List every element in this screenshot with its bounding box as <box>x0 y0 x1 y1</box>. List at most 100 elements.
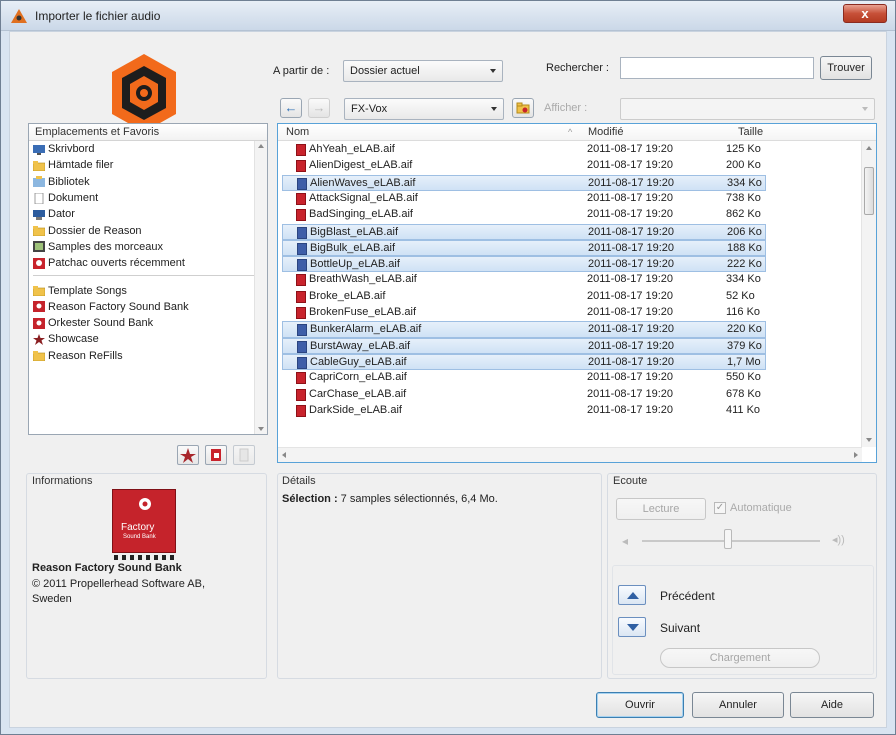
scroll-up-icon[interactable] <box>866 146 872 150</box>
file-row[interactable]: BigBlast_eLAB.aif 2011-08-17 19:20 206 Ko <box>282 223 766 240</box>
search-label: Rechercher : <box>546 62 609 74</box>
places-scrollbar[interactable] <box>254 141 267 434</box>
file-row[interactable]: BigBulk_eLAB.aif 2011-08-17 19:20 188 Ko <box>282 239 766 257</box>
column-size[interactable]: Taille <box>738 126 763 138</box>
file-row[interactable]: CarChase_eLAB.aif 2011-08-17 19:20 678 Ko <box>282 387 766 403</box>
file-list-vscrollbar[interactable] <box>861 141 876 447</box>
file-row[interactable]: AlienDigest_eLAB.aif 2011-08-17 19:20 200 … <box>282 158 766 174</box>
file-row[interactable]: AttackSignal_eLAB.aif 2011-08-17 19:20 738… <box>282 191 766 207</box>
from-dropdown-value: Dossier actuel <box>350 65 420 77</box>
title-bar[interactable]: Importer le fichier audio x <box>1 1 895 31</box>
file-row[interactable]: BottleUp_eLAB.aif 2011-08-17 19:20 222 Ko <box>282 256 766 273</box>
scroll-up-icon[interactable] <box>258 144 264 148</box>
place-item[interactable]: Samples des morceaux <box>29 239 267 255</box>
dialog-body: A partir de : Dossier actuel Rechercher … <box>9 31 887 728</box>
next-label: Suivant <box>660 621 701 635</box>
folder-dropdown[interactable]: FX-Vox <box>344 98 504 120</box>
places-list: Skrivbord Hämtade filer Bibliotek Dokument D… <box>29 141 267 271</box>
file-size: 188 Ko <box>727 241 762 254</box>
place-item[interactable]: Skrivbord <box>29 141 267 157</box>
from-dropdown[interactable]: Dossier actuel <box>343 60 503 82</box>
file-row[interactable]: BadSinging_eLAB.aif 2011-08-17 19:20 862 K… <box>282 207 766 223</box>
place-item[interactable]: Bibliotek <box>29 174 267 190</box>
column-name[interactable]: Nom <box>286 126 309 138</box>
find-button[interactable]: Trouver <box>820 56 872 80</box>
show-dropdown[interactable] <box>620 98 875 120</box>
auto-label: Automatique <box>730 502 792 514</box>
file-row[interactable]: BrokenFuse_eLAB.aif 2011-08-17 19:20 116 K… <box>282 305 766 321</box>
place-label: Orkester Sound Bank <box>48 317 154 330</box>
file-row[interactable]: BurstAway_eLAB.aif 2011-08-17 19:20 379 Ko <box>282 337 766 354</box>
loading-button[interactable]: Chargement <box>660 648 820 668</box>
search-input[interactable] <box>620 57 814 79</box>
bank-logo-line1: Factory <box>121 522 155 533</box>
vscroll-thumb[interactable] <box>864 167 874 215</box>
previous-button[interactable] <box>618 585 646 605</box>
file-name: BunkerAlarm_eLAB.aif <box>310 323 422 336</box>
file-date: 2011-08-17 19:20 <box>587 306 674 318</box>
back-button[interactable]: ← <box>280 98 302 118</box>
file-date: 2011-08-17 19:20 <box>587 273 674 286</box>
file-row[interactable]: CapriCorn_eLAB.aif 2011-08-17 19:20 550 Ko <box>282 370 766 386</box>
listen-title: Ecoute <box>613 475 648 487</box>
volume-low-icon: ◂ <box>622 534 629 548</box>
desktop-icon <box>33 144 45 155</box>
file-name: AlienDigest_eLAB.aif <box>309 159 413 172</box>
file-date: 2011-08-17 19:20 <box>587 191 674 204</box>
place-item[interactable]: Hämtade filer <box>29 157 267 173</box>
parent-folder-button[interactable] <box>512 98 534 118</box>
audio-file-icon <box>297 324 307 337</box>
edit-favorite-button[interactable] <box>233 445 255 465</box>
previous-label: Précédent <box>660 589 715 603</box>
file-date: 2011-08-17 19:20 <box>588 258 675 271</box>
scroll-right-icon[interactable] <box>854 452 858 458</box>
file-row[interactable]: Broke_eLAB.aif 2011-08-17 19:20 52 Ko <box>282 289 766 305</box>
place-item[interactable]: Reason Factory Sound Bank <box>29 299 267 315</box>
file-list: Nom ^ Modifié Taille AhYeah_eLAB.aif 2011… <box>277 123 877 463</box>
place-label: Dossier de Reason <box>48 224 142 237</box>
place-item[interactable]: Dokument <box>29 190 267 206</box>
audio-file-icon <box>296 290 306 303</box>
volume-slider-thumb[interactable] <box>724 529 732 549</box>
next-button[interactable] <box>618 617 646 637</box>
file-size: 411 Ko <box>726 403 761 416</box>
document-icon <box>34 192 44 204</box>
scroll-down-icon[interactable] <box>866 438 872 442</box>
place-item[interactable]: Template Songs <box>29 282 267 298</box>
place-item[interactable]: Patchac ouverts récemment <box>29 255 267 271</box>
file-row[interactable]: CableGuy_eLAB.aif 2011-08-17 19:20 1,7 Mo <box>282 353 766 371</box>
add-favorite-button[interactable] <box>177 445 199 465</box>
file-row[interactable]: BreathWash_eLAB.aif 2011-08-17 19:20 334 K… <box>282 272 766 288</box>
forward-button[interactable]: → <box>308 98 330 118</box>
file-date: 2011-08-17 19:20 <box>587 387 674 400</box>
file-row[interactable]: AlienWaves_eLAB.aif 2011-08-17 19:20 334 K… <box>282 174 766 191</box>
file-name: AlienWaves_eLAB.aif <box>310 176 416 189</box>
audio-file-icon <box>297 259 307 272</box>
place-label: Showcase <box>48 333 99 346</box>
help-button[interactable]: Aide <box>790 692 874 718</box>
file-list-header: Nom ^ Modifié Taille <box>278 124 876 141</box>
place-item[interactable]: Reason ReFills <box>29 348 267 364</box>
place-item[interactable]: Dator <box>29 206 267 222</box>
remove-favorite-button[interactable] <box>205 445 227 465</box>
auto-checkbox[interactable]: ✓ <box>714 502 726 514</box>
file-size: 379 Ko <box>727 339 762 352</box>
place-item[interactable]: Dossier de Reason <box>29 222 267 238</box>
soundbank-icon <box>33 317 45 329</box>
cancel-button[interactable]: Annuler <box>692 692 784 718</box>
column-modified[interactable]: Modifié <box>588 126 623 138</box>
open-button[interactable]: Ouvrir <box>596 692 684 718</box>
file-row[interactable]: DarkSide_eLAB.aif 2011-08-17 19:20 411 Ko <box>282 403 766 419</box>
scroll-left-icon[interactable] <box>282 452 286 458</box>
file-date: 2011-08-17 19:20 <box>587 289 674 302</box>
file-row[interactable]: AhYeah_eLAB.aif 2011-08-17 19:20 125 Ko <box>282 142 766 158</box>
file-date: 2011-08-17 19:20 <box>587 208 674 221</box>
play-button[interactable]: Lecture <box>616 498 706 520</box>
scroll-down-icon[interactable] <box>258 427 264 431</box>
place-item[interactable]: Showcase <box>29 331 267 347</box>
reason-logo <box>112 54 176 132</box>
place-item[interactable]: Orkester Sound Bank <box>29 315 267 331</box>
file-row[interactable]: BunkerAlarm_eLAB.aif 2011-08-17 19:20 220 … <box>282 321 766 338</box>
file-list-hscrollbar[interactable] <box>278 447 862 462</box>
close-button[interactable]: x <box>843 4 887 23</box>
